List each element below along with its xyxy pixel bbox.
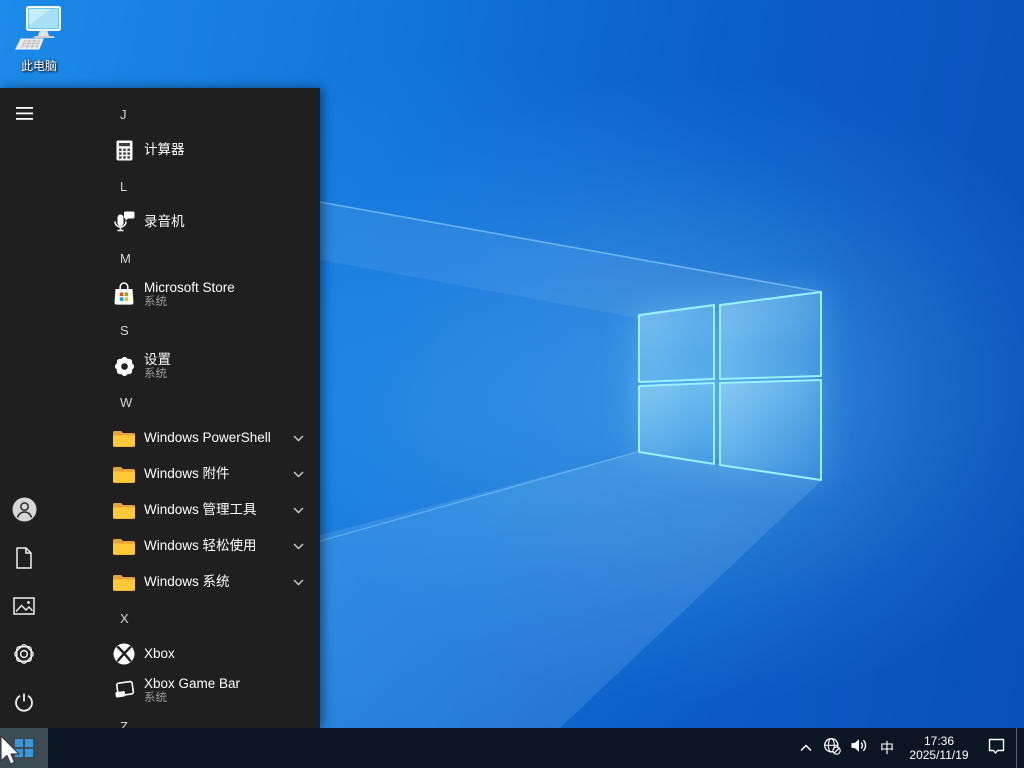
settings-button[interactable]	[0, 632, 48, 680]
letter-label: M	[120, 250, 131, 266]
taskbar: 中 17:36 2025/11/19	[0, 728, 1024, 768]
speaker-icon	[850, 738, 868, 758]
start-menu-rail	[0, 88, 48, 728]
user-avatar-icon	[12, 497, 37, 527]
folder-icon	[112, 498, 136, 522]
power-icon	[13, 691, 35, 718]
clock-time: 17:36	[923, 734, 955, 748]
folder-label: Windows 系统	[144, 574, 230, 589]
xbox-icon	[112, 642, 136, 666]
letter-header-s[interactable]: S	[48, 312, 320, 348]
power-button[interactable]	[0, 680, 48, 728]
clock[interactable]: 17:36 2025/11/19	[902, 728, 976, 768]
screen: 此电脑 J 计算器 L 录音机 M Microsoft Store 系统 S 设…	[0, 0, 1024, 768]
xbox-game-bar-icon	[112, 678, 136, 702]
ime-label: 中	[880, 740, 894, 756]
letter-header-m[interactable]: M	[48, 240, 320, 276]
this-pc-label: 此电脑	[20, 59, 57, 73]
chevron-down-icon[interactable]	[292, 470, 304, 478]
documents-button[interactable]	[0, 536, 48, 584]
app-subtitle: 系统	[144, 295, 167, 308]
app-item-calculator[interactable]: 计算器	[48, 132, 320, 168]
folder-item-windows-admin-tools[interactable]: Windows 管理工具	[48, 492, 320, 528]
chevron-down-icon[interactable]	[292, 542, 304, 550]
show-desktop-button[interactable]	[1016, 728, 1022, 768]
notification-bubble-icon	[987, 737, 1006, 760]
letter-label: J	[120, 106, 127, 122]
tray-overflow-button[interactable]	[793, 728, 819, 768]
folder-item-windows-powershell[interactable]: Windows PowerShell	[48, 420, 320, 456]
folder-icon	[112, 462, 136, 486]
letter-label: L	[120, 178, 128, 194]
globe-no-internet-icon	[823, 737, 841, 760]
folder-icon	[112, 426, 136, 450]
folder-icon	[112, 570, 136, 594]
app-item-microsoft-store[interactable]: Microsoft Store 系统	[48, 276, 320, 312]
app-label: 设置	[144, 351, 171, 367]
document-icon	[14, 546, 34, 574]
letter-header-z[interactable]: Z	[48, 708, 320, 729]
app-item-voice-recorder[interactable]: 录音机	[48, 204, 320, 240]
pictures-icon	[13, 596, 35, 620]
gear-icon	[13, 643, 35, 670]
system-tray: 中 17:36 2025/11/19	[793, 728, 1024, 768]
microsoft-store-icon	[112, 282, 136, 306]
letter-label: S	[120, 322, 129, 338]
folder-icon	[112, 534, 136, 558]
start-button[interactable]	[0, 728, 48, 768]
folder-item-windows-accessories[interactable]: Windows 附件	[48, 456, 320, 492]
all-apps-list: J 计算器 L 录音机 M Microsoft Store 系统 S 设置 系统…	[48, 88, 320, 728]
letter-header-l[interactable]: L	[48, 168, 320, 204]
folder-label: Windows PowerShell	[144, 430, 271, 445]
letter-header-w[interactable]: W	[48, 384, 320, 420]
letter-header-j[interactable]: J	[48, 96, 320, 132]
chevron-up-icon	[799, 739, 813, 757]
pictures-button[interactable]	[0, 584, 48, 632]
app-item-xbox-game-bar[interactable]: Xbox Game Bar 系统	[48, 672, 320, 708]
app-subtitle: 系统	[144, 691, 167, 704]
calculator-icon	[112, 138, 136, 162]
letter-label: W	[120, 394, 133, 410]
settings-gear-icon	[112, 354, 136, 378]
expand-menu-button[interactable]	[0, 92, 48, 140]
ime-indicator[interactable]: 中	[872, 728, 902, 768]
folder-label: Windows 管理工具	[144, 502, 257, 517]
app-label: 计算器	[144, 142, 185, 157]
letter-header-x[interactable]: X	[48, 600, 320, 636]
app-label: Microsoft Store	[144, 279, 235, 295]
app-item-xbox[interactable]: Xbox	[48, 636, 320, 672]
voice-recorder-icon	[112, 210, 136, 234]
clock-date: 2025/11/19	[909, 748, 969, 762]
user-account-button[interactable]	[0, 488, 48, 536]
letter-label: Z	[120, 718, 128, 729]
app-label: Xbox Game Bar	[144, 675, 241, 691]
start-menu: J 计算器 L 录音机 M Microsoft Store 系统 S 设置 系统…	[0, 88, 320, 728]
app-subtitle: 系统	[144, 367, 167, 380]
app-item-settings[interactable]: 设置 系统	[48, 348, 320, 384]
chevron-down-icon[interactable]	[292, 434, 304, 442]
desktop-icon-this-pc[interactable]: 此电脑	[8, 5, 70, 74]
action-center-button[interactable]	[976, 728, 1016, 768]
folder-label: Windows 轻松使用	[144, 538, 257, 553]
folder-item-windows-ease-of-access[interactable]: Windows 轻松使用	[48, 528, 320, 564]
this-pc-icon	[15, 5, 63, 56]
letter-label: X	[120, 610, 129, 626]
app-label: Xbox	[144, 646, 175, 661]
volume-button[interactable]	[845, 728, 872, 768]
app-label: 录音机	[144, 214, 185, 229]
hamburger-icon	[15, 107, 33, 125]
folder-label: Windows 附件	[144, 466, 230, 481]
chevron-down-icon[interactable]	[292, 506, 304, 514]
folder-item-windows-system[interactable]: Windows 系统	[48, 564, 320, 600]
chevron-down-icon[interactable]	[292, 578, 304, 586]
network-status-button[interactable]	[819, 728, 845, 768]
windows-logo-icon	[15, 739, 33, 757]
